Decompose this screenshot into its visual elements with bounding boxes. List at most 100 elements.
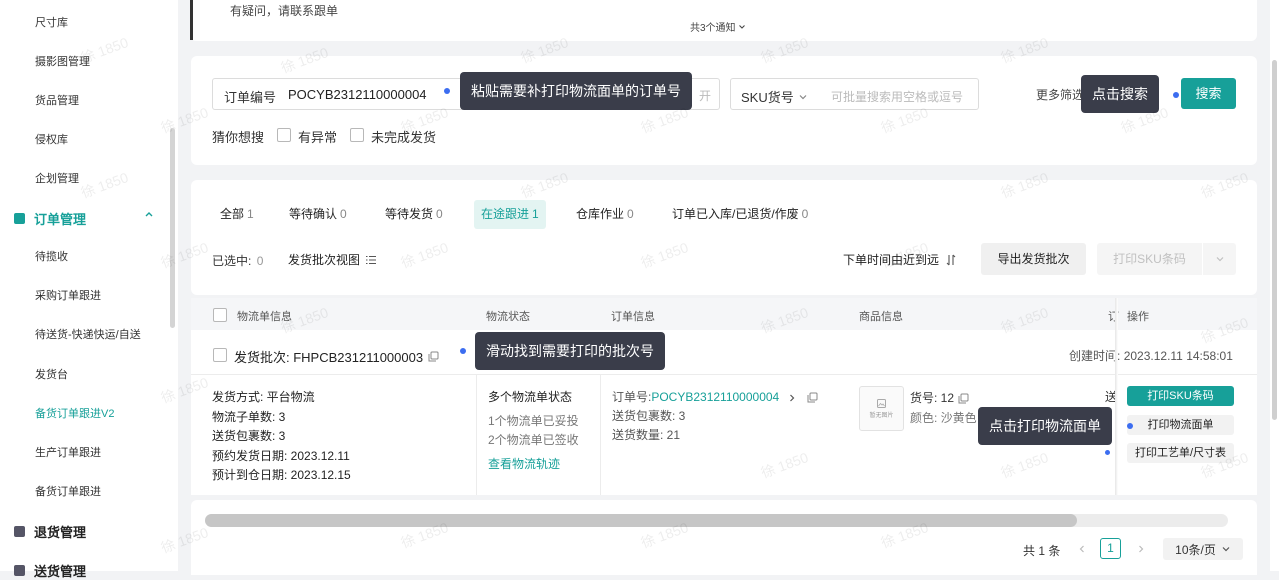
sidebar-group-order-management[interactable]: 订单管理 <box>14 209 159 228</box>
chevron-up-icon <box>144 209 154 222</box>
more-filters-link[interactable]: 更多筛选 <box>1036 86 1084 103</box>
tab-label: 等待发货 <box>385 207 434 221</box>
export-batch-button[interactable]: 导出发货批次 <box>981 243 1086 275</box>
tab-label: 仓库作业 <box>576 207 625 221</box>
next-page-button[interactable] <box>1130 538 1152 560</box>
prev-page-button[interactable] <box>1071 538 1093 560</box>
header-logistics-status: 物流状态 <box>486 311 530 323</box>
unfinished-checkbox[interactable] <box>350 128 364 142</box>
sidebar-item-pending-delivery[interactable]: 待送货-快递快运/自送 <box>35 326 141 342</box>
page-size-select[interactable]: 10条/页 <box>1163 538 1243 560</box>
product-sku: 货号: 12 <box>910 391 955 405</box>
order-quantity: 送货数量: 21 <box>612 428 681 442</box>
batch-number: 发货批次: FHPCB231211000003 <box>234 347 439 366</box>
search-button[interactable]: 搜索 <box>1181 78 1236 109</box>
order-info-cell: 订单号: POCYB2312110000004 送货包裹数: 3 送货数量: 21 <box>612 388 818 445</box>
copy-icon[interactable] <box>807 392 818 403</box>
abnormal-label[interactable]: 有异常 <box>298 127 337 146</box>
sidebar-item-photo-management[interactable]: 摄影图管理 <box>35 53 90 69</box>
orders-toolbar-card <box>191 180 1257 295</box>
selected-label: 已选中: <box>212 254 252 268</box>
order-number-overflow: 开 <box>699 89 712 103</box>
horizontal-scroll-thumb[interactable] <box>205 514 1077 527</box>
print-sku-dropdown-button[interactable]: 打印SKU条码 <box>1097 243 1202 275</box>
tab-count: 0 <box>340 207 347 221</box>
tab-all[interactable]: 全部 1 <box>213 200 261 229</box>
chevron-down-icon <box>738 24 745 29</box>
sidebar-item-shipping-desk[interactable]: 发货台 <box>35 366 68 382</box>
sidebar-scrollbar[interactable] <box>170 128 175 328</box>
chevron-down-icon <box>1222 547 1230 552</box>
sidebar-item-purchase-order-tracking[interactable]: 采购订单跟进 <box>35 287 101 303</box>
print-sku-label-button[interactable]: 打印SKU条码 <box>1127 386 1234 406</box>
sku-search-placeholder: 可批量搜索用空格或逗号 <box>831 90 964 104</box>
tab-warehouse-ops[interactable]: 仓库作业 0 <box>569 200 641 229</box>
chevron-right-icon[interactable] <box>787 393 797 403</box>
callout-marker <box>1173 92 1179 98</box>
batch-number-text: 发货批次: FHPCB231211000003 <box>234 350 424 365</box>
tab-in-transit[interactable]: 在途跟进 1 <box>474 200 546 229</box>
copy-icon[interactable] <box>958 393 969 404</box>
sidebar-item-goods-management[interactable]: 货品管理 <box>35 92 79 108</box>
batch-checkbox[interactable] <box>213 348 227 362</box>
callout-marker <box>1127 423 1133 429</box>
sidebar-item-stock-order-tracking-v2[interactable]: 备货订单跟进V2 <box>35 405 114 421</box>
chevron-left-icon <box>1079 545 1084 553</box>
sku-type-select[interactable]: SKU货号 <box>741 87 808 106</box>
order-number-value[interactable]: POCYB2312110000004 <box>288 87 427 102</box>
tab-label: 在途跟进 <box>481 207 530 221</box>
sku-type-label: SKU货号 <box>741 90 794 105</box>
view-tracking-link[interactable]: 查看物流轨迹 <box>488 455 579 475</box>
pagination-total: 共 1 条 <box>1023 544 1061 558</box>
no-image-text: 暂无图片 <box>869 412 894 419</box>
sidebar-item-planning-management[interactable]: 企划管理 <box>35 170 79 186</box>
callout-click-search: 点击搜索 <box>1081 75 1159 113</box>
sidebar-item-size-library[interactable]: 尺寸库 <box>35 14 68 30</box>
batch-view-toggle[interactable]: 发货批次视图 <box>288 251 377 268</box>
tab-pending-shipment[interactable]: 等待发货 0 <box>378 200 450 229</box>
chevron-down-icon <box>1216 257 1223 262</box>
created-label: 创建时间: <box>1069 349 1121 363</box>
sidebar-item-production-order-tracking[interactable]: 生产订单跟进 <box>35 444 101 460</box>
page-1-button[interactable]: 1 <box>1100 538 1121 559</box>
tab-count: 1 <box>247 207 254 221</box>
notice-text: 有疑问，请联系跟单 <box>230 4 339 18</box>
product-color: 颜色: 沙黄色 <box>910 411 977 425</box>
callout-paste-order-number: 粘贴需要补打印物流面单的订单号 <box>460 72 692 110</box>
created-value: 2023.12.11 14:58:01 <box>1123 349 1233 363</box>
batch-view-label: 发货批次视图 <box>288 253 361 267</box>
tab-stocked-returned-void[interactable]: 订单已入库/已退货/作废 0 <box>665 200 815 229</box>
selected-summary: 已选中: 0 <box>212 252 263 269</box>
sidebar-item-stock-order-tracking[interactable]: 备货订单跟进 <box>35 483 101 499</box>
sidebar-group-return-management[interactable]: 退货管理 <box>14 522 86 541</box>
tab-count: 0 <box>627 207 634 221</box>
select-all-checkbox[interactable] <box>213 308 227 322</box>
order-management-icon <box>14 213 25 224</box>
sort-toggle[interactable]: 下单时间由近到远 <box>843 251 957 268</box>
tab-count: 0 <box>436 207 443 221</box>
logistics-status-cell: 多个物流单状态 1个物流单已妥投 2个物流单已签收 查看物流轨迹 <box>488 388 579 474</box>
header-logistics-info: 物流单信息 <box>237 311 292 323</box>
copy-icon[interactable] <box>428 351 439 362</box>
print-logistics-label-button[interactable]: 打印物流面单 <box>1127 415 1234 435</box>
tab-count: 1 <box>532 207 539 221</box>
selected-count: 0 <box>256 254 264 268</box>
batch-created-time: 创建时间: 2023.12.11 14:58:01 <box>1069 347 1233 364</box>
unfinished-label[interactable]: 未完成发货 <box>371 127 436 146</box>
notice-accent-bar <box>190 0 193 40</box>
tab-label: 等待确认 <box>289 207 338 221</box>
print-craft-sheet-button[interactable]: 打印工艺单/尺寸表 <box>1127 443 1234 463</box>
sort-label: 下单时间由近到远 <box>843 253 940 267</box>
print-sku-dropdown-toggle[interactable] <box>1203 243 1236 275</box>
notice-expand[interactable]: 共3个通知 <box>690 19 746 34</box>
sidebar-item-awaiting-pickup[interactable]: 待揽收 <box>35 248 68 264</box>
page-scrollbar-thumb[interactable] <box>1272 60 1277 420</box>
abnormal-checkbox[interactable] <box>277 128 291 142</box>
order-number-link[interactable]: POCYB2312110000004 <box>651 388 779 407</box>
tab-pending-confirm[interactable]: 等待确认 0 <box>282 200 354 229</box>
row-divider <box>191 374 1257 375</box>
list-icon <box>366 255 377 264</box>
chevron-right-icon <box>1139 545 1144 553</box>
sidebar-item-infringement-library[interactable]: 侵权库 <box>35 131 68 147</box>
column-divider <box>600 375 601 495</box>
